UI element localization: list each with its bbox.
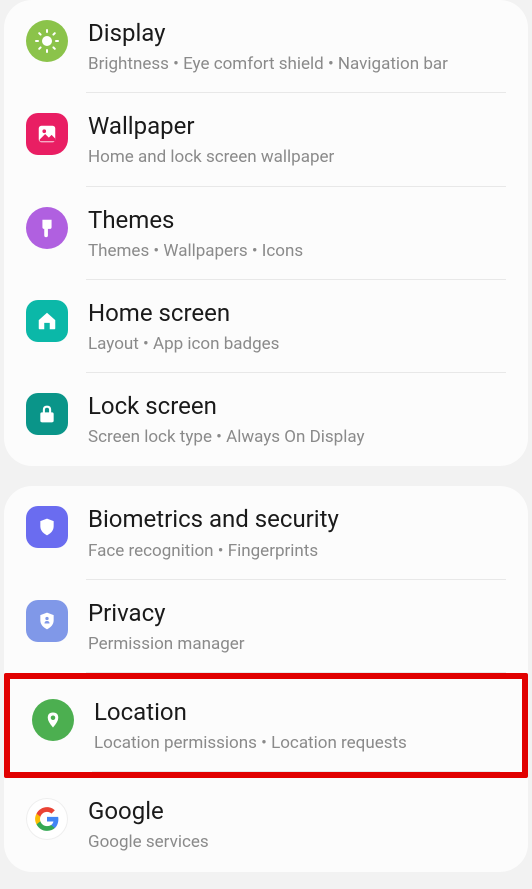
shield-icon (26, 506, 68, 548)
item-title: Home screen (88, 298, 508, 329)
item-text: Privacy Permission manager (88, 598, 508, 655)
item-subtitle: Themes • Wallpapers • Icons (88, 240, 508, 262)
settings-item-biometrics[interactable]: Biometrics and security Face recognition… (4, 486, 528, 579)
settings-item-privacy[interactable]: Privacy Permission manager (4, 580, 528, 673)
item-text: Home screen Layout • App icon badges (88, 298, 508, 355)
item-title: Privacy (88, 598, 508, 629)
item-title: Lock screen (88, 391, 508, 422)
item-subtitle: Permission manager (88, 633, 508, 655)
item-text: Themes Themes • Wallpapers • Icons (88, 205, 508, 262)
item-title: Biometrics and security (88, 504, 508, 535)
sun-icon (26, 20, 68, 62)
item-subtitle: Location permissions • Location requests (94, 732, 502, 754)
settings-group-1: Display Brightness • Eye comfort shield … (4, 0, 528, 466)
item-text: Display Brightness • Eye comfort shield … (88, 18, 508, 75)
item-subtitle: Google services (88, 831, 508, 853)
home-icon (26, 300, 68, 342)
item-text: Location Location permissions • Location… (94, 697, 502, 754)
item-subtitle: Face recognition • Fingerprints (88, 540, 508, 562)
settings-item-location[interactable]: Location Location permissions • Location… (4, 673, 528, 778)
picture-icon (26, 113, 68, 155)
settings-item-google[interactable]: Google Google services (4, 778, 528, 871)
lock-icon (26, 393, 68, 435)
location-icon (32, 699, 74, 741)
settings-item-homescreen[interactable]: Home screen Layout • App icon badges (4, 280, 528, 373)
item-text: Google Google services (88, 796, 508, 853)
item-text: Biometrics and security Face recognition… (88, 504, 508, 561)
item-title: Display (88, 18, 508, 49)
item-title: Location (94, 697, 502, 728)
item-title: Wallpaper (88, 111, 508, 142)
settings-item-themes[interactable]: Themes Themes • Wallpapers • Icons (4, 187, 528, 280)
item-text: Lock screen Screen lock type • Always On… (88, 391, 508, 448)
google-icon (26, 798, 68, 840)
settings-group-2: Biometrics and security Face recognition… (4, 486, 528, 871)
settings-item-wallpaper[interactable]: Wallpaper Home and lock screen wallpaper (4, 93, 528, 186)
item-title: Google (88, 796, 508, 827)
item-text: Wallpaper Home and lock screen wallpaper (88, 111, 508, 168)
settings-item-lockscreen[interactable]: Lock screen Screen lock type • Always On… (4, 373, 528, 466)
item-subtitle: Screen lock type • Always On Display (88, 426, 508, 448)
item-subtitle: Layout • App icon badges (88, 333, 508, 355)
item-subtitle: Brightness • Eye comfort shield • Naviga… (88, 53, 508, 75)
privacy-icon (26, 600, 68, 642)
settings-item-display[interactable]: Display Brightness • Eye comfort shield … (4, 0, 528, 93)
item-subtitle: Home and lock screen wallpaper (88, 146, 508, 168)
item-title: Themes (88, 205, 508, 236)
brush-icon (26, 207, 68, 249)
